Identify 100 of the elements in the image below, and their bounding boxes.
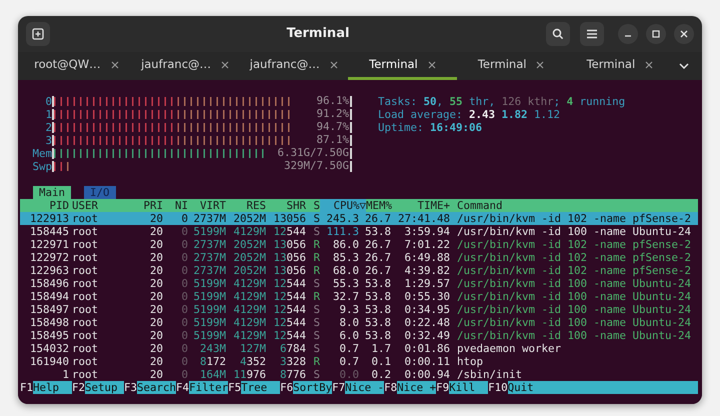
close-icon[interactable] — [221, 60, 230, 68]
mem-cell-text: 26.7 — [364, 238, 391, 251]
virt-cell-text: 5199M — [192, 290, 226, 303]
user-cell-text: root — [71, 212, 100, 225]
virt-cell-text: 2737M — [192, 264, 226, 277]
process-row[interactable]: 158498 root 20 0 5199M 4129M 12544 S 8.0 53.8 0:22.48 /usr/bin/kvm -id 100 -name Ubuntu-24 — [20, 316, 698, 329]
close-button[interactable] — [674, 24, 694, 44]
function-key: F8 — [384, 381, 398, 394]
minimize-button[interactable] — [618, 24, 638, 44]
close-icon[interactable] — [110, 60, 119, 68]
column-heading[interactable]: TIME+ — [391, 199, 450, 212]
priority-cell-text: 20 — [148, 238, 163, 251]
mem-cell-text: 26.7 — [364, 212, 391, 225]
terminal-tab[interactable]: root@QW… — [22, 52, 131, 80]
menu-button[interactable] — [580, 22, 604, 46]
terminal-tab[interactable]: Terminal — [566, 52, 674, 80]
function-label[interactable]: Quit — [508, 381, 698, 394]
search-button[interactable] — [546, 22, 570, 46]
terminal-tab[interactable]: jaufranc@… — [239, 52, 348, 80]
meter-label: 2 — [44, 121, 52, 134]
process-row[interactable]: 1 root 20 0 164M 11976 8776 S 0.0 0.2 0:00.94 /sbin/init — [20, 368, 698, 381]
priority-cell-text: 20 — [148, 355, 163, 368]
function-label[interactable]: Help — [33, 381, 72, 394]
shr-cell-text: 12544 — [272, 316, 306, 329]
process-row[interactable]: 158445 root 20 0 5199M 4129M 12544 S 111.3 53.8 3:59.94 /usr/bin/kvm -id 100 -name Ubuntu-24 — [20, 225, 698, 238]
terminal-tab[interactable]: Terminal — [456, 52, 566, 80]
virt-cell-text: 5199M — [192, 303, 226, 316]
function-key: F5 — [228, 381, 242, 394]
virt-cell-text: 2737M — [192, 238, 226, 251]
column-heading[interactable]: VIRT — [188, 199, 226, 212]
function-label[interactable]: Filter — [189, 381, 228, 394]
state-cell-text: R — [312, 238, 320, 251]
meter-label: 3 — [44, 134, 52, 147]
cpu-cell-text: 0.0 — [338, 368, 359, 381]
command-cell-text: /usr/bin/kvm -id 102 -name pfSense-2 — [456, 212, 692, 225]
terminal-tab[interactable]: jaufranc@… — [130, 52, 240, 80]
column-heading[interactable]: CPU%▽ — [320, 199, 366, 212]
column-heading[interactable]: MEM% — [366, 199, 391, 212]
close-icon — [680, 30, 688, 38]
function-label[interactable]: Nice - — [345, 381, 384, 394]
column-heading[interactable]: PID — [20, 199, 69, 212]
time-cell-text: 0:55.30 — [403, 290, 450, 303]
state-cell-text: S — [312, 342, 320, 355]
column-heading[interactable]: RES — [226, 199, 266, 212]
close-icon[interactable] — [645, 60, 654, 68]
function-label[interactable]: Tree — [241, 381, 280, 394]
res-cell-text: 2052M — [232, 264, 266, 277]
close-icon[interactable] — [330, 60, 338, 68]
process-row[interactable]: 122963 root 20 0 2737M 2052M 13056 R 68.0 26.7 4:39.82 /usr/bin/kvm -id 102 -name pfSense-2 — [20, 264, 698, 277]
shr-cell-text: 12544 — [272, 329, 306, 342]
user-cell-text: root — [71, 368, 100, 381]
mem-cell-text: 53.8 — [364, 277, 391, 290]
process-row[interactable]: 158497 root 20 0 5199M 4129M 12544 S 9.3 53.8 0:34.95 /usr/bin/kvm -id 100 -name Ubuntu-24 — [20, 303, 698, 316]
user-cell-text: root — [71, 251, 100, 264]
virt-cell-text: 164M — [198, 368, 226, 381]
res-cell-text: 127M — [238, 342, 266, 355]
user-cell-text: root — [71, 277, 100, 290]
chevron-down-icon — [679, 63, 690, 69]
process-row[interactable]: 122913 root 20 0 2737M 2052M 13056 S 245.3 26.7 27:41.48 /usr/bin/kvm -id 102 -name pfSense-2 — [20, 212, 698, 225]
maximize-icon — [652, 30, 660, 38]
process-row[interactable]: 154032 root 20 0 243M 127M 6784 S 0.7 1.7 0:01.86 pvedaemon worker — [20, 342, 698, 355]
column-heading[interactable]: USER — [69, 199, 140, 212]
column-heading[interactable]: Command — [450, 199, 698, 212]
tab-label: jaufranc@… — [141, 56, 212, 73]
tab-label: jaufranc@… — [250, 56, 320, 73]
function-label[interactable]: SortBy — [293, 381, 332, 394]
process-row[interactable]: 122971 root 20 0 2737M 2052M 13056 R 86.0 26.7 7:01.22 /usr/bin/kvm -id 102 -name pfSense-2 — [20, 238, 698, 251]
pid-cell-text: 158495 — [28, 329, 69, 342]
cpu-cell-text: 9.3 — [338, 303, 359, 316]
close-icon[interactable] — [536, 60, 544, 68]
column-heading[interactable]: PRI — [140, 199, 163, 212]
mem-cell-text: 53.8 — [364, 303, 391, 316]
column-heading[interactable]: SHR — [266, 199, 306, 212]
column-heading[interactable]: S — [306, 199, 320, 212]
state-cell-text: S — [312, 303, 320, 316]
maximize-button[interactable] — [646, 24, 666, 44]
state-cell-text: R — [312, 355, 320, 368]
virt-cell-text: 2737M — [192, 212, 226, 225]
function-label[interactable]: Kill — [449, 381, 488, 394]
process-row[interactable]: 158494 root 20 0 5199M 4129M 12544 R 32.7 53.8 0:55.30 /usr/bin/kvm -id 100 -name Ubuntu-24 — [20, 290, 698, 303]
close-icon[interactable] — [428, 60, 436, 68]
state-cell-text: R — [312, 290, 320, 303]
function-label[interactable]: Search — [137, 381, 176, 394]
process-row[interactable]: 158495 root 20 0 5199M 4129M 12544 S 6.0 53.8 0:32.49 /usr/bin/kvm -id 100 -name Ubuntu-24 — [20, 329, 698, 342]
screen-tab[interactable]: Main — [33, 186, 72, 199]
pid-cell-text: 158498 — [28, 316, 69, 329]
nice-cell-text: 0 — [180, 316, 188, 329]
process-row[interactable]: 158496 root 20 0 5199M 4129M 12544 S 55.3 53.8 1:29.57 /usr/bin/kvm -id 100 -name Ubuntu-24 — [20, 277, 698, 290]
process-row[interactable]: 161940 root 20 0 8172 4352 3328 R 0.7 0.1 0:00.11 htop — [20, 355, 698, 368]
process-row[interactable]: 122972 root 20 0 2737M 2052M 13056 R 85.3 26.7 6:49.88 /usr/bin/kvm -id 102 -name pfSense-2 — [20, 251, 698, 264]
res-cell-text: 11976 — [232, 368, 266, 381]
shr-cell-text: 6784 — [278, 342, 306, 355]
function-label[interactable]: Setup — [85, 381, 124, 394]
function-label[interactable]: Nice + — [397, 381, 436, 394]
new-tab-button[interactable] — [26, 22, 50, 46]
state-cell-text: R — [312, 264, 320, 277]
column-heading[interactable]: NI — [163, 199, 188, 212]
virt-cell-text: 5199M — [192, 277, 226, 290]
tab-label: Terminal — [369, 56, 418, 73]
search-icon — [552, 28, 564, 40]
